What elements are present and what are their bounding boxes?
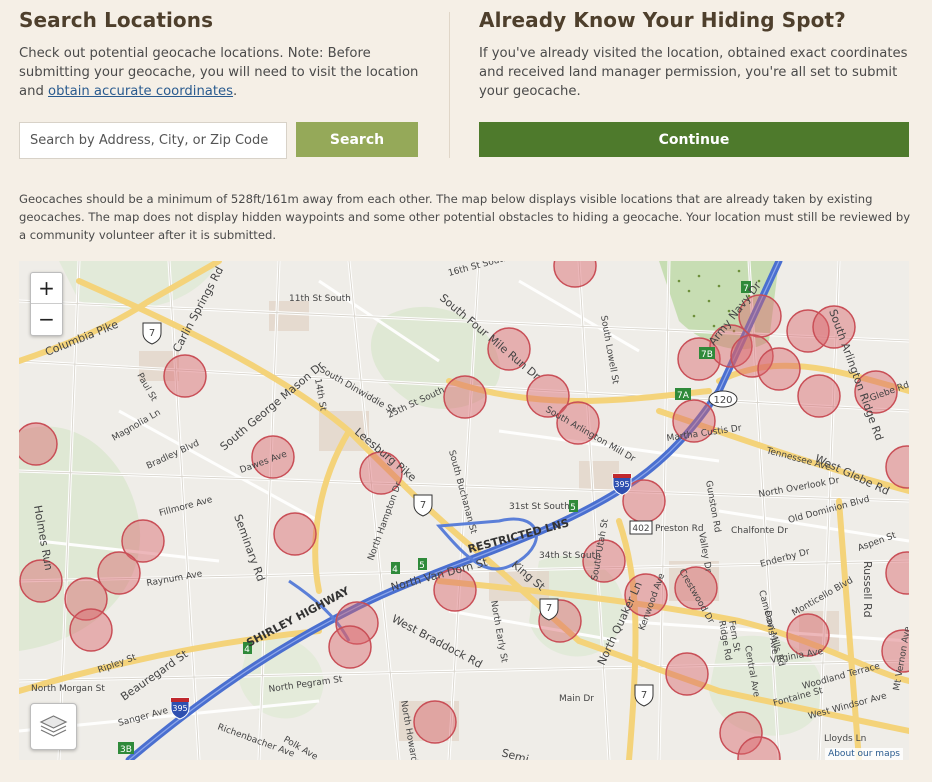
zoom-control: + − [30,272,63,336]
layers-button[interactable] [30,703,77,750]
street-label: Main Dr [559,694,594,704]
svg-text:4: 4 [392,565,398,575]
hiding-spot-section: Already Know Your Hiding Spot? If you've… [479,8,909,101]
map-canvas[interactable]: 7 7 7 7 120 395 395 402 7A 7B 7 3B 4 4 5… [19,261,909,760]
about-maps-link[interactable]: About our maps [825,748,903,760]
street-label: Lloyds Ln [824,734,866,744]
search-locations-title: Search Locations [19,8,214,32]
map[interactable]: 7 7 7 7 120 395 395 402 7A 7B 7 3B 4 4 5… [19,261,909,760]
street-label: Russell Rd [861,561,874,618]
street-label: 11th St South [289,294,351,304]
layers-icon [39,715,68,737]
hiding-spot-title: Already Know Your Hiding Spot? [479,8,846,32]
search-locations-description: Check out potential geocache locations. … [19,44,429,101]
svg-text:7: 7 [641,690,647,701]
svg-text:395: 395 [172,704,187,713]
street-label: 31st St South [509,502,570,512]
svg-text:7: 7 [546,603,552,614]
svg-text:402: 402 [632,524,649,534]
zoom-out-button[interactable]: − [31,304,62,334]
svg-text:7: 7 [420,500,426,511]
description-suffix: . [233,84,238,99]
obtain-coordinates-link[interactable]: obtain accurate coordinates [48,84,233,99]
street-label: Chalfonte Dr [731,526,788,536]
svg-text:5: 5 [419,561,425,571]
search-button[interactable]: Search [296,122,418,157]
street-label: 34th St South [539,551,601,561]
distance-notice: Geocaches should be a minimum of 528ft/1… [19,192,911,242]
svg-text:7A: 7A [677,391,690,401]
zoom-in-button[interactable]: + [31,273,62,304]
continue-button[interactable]: Continue [479,122,909,157]
svg-text:120: 120 [713,395,732,406]
svg-text:5: 5 [570,503,576,513]
street-label: North Morgan St [31,684,105,694]
search-input[interactable] [19,122,287,159]
column-divider [449,12,450,158]
search-locations-section: Search Locations Check out potential geo… [19,8,429,101]
svg-text:3B: 3B [120,745,132,755]
svg-text:395: 395 [614,480,629,489]
svg-text:7: 7 [149,328,155,339]
hiding-spot-description: If you've already visited the location, … [479,46,908,99]
svg-text:7B: 7B [701,350,713,360]
